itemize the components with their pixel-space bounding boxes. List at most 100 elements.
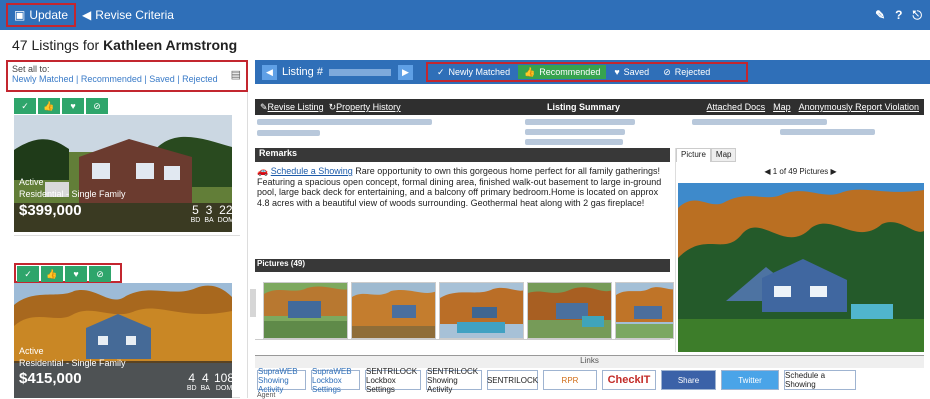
days-on-market: 22 (219, 203, 233, 217)
blurred-listing-number (328, 68, 391, 76)
card-actions: ✓ 👍 ♥ ⊘ (14, 98, 108, 116)
recommended-label: Recommended (539, 67, 601, 77)
schedule-showing-button[interactable]: Schedule a Showing (784, 370, 856, 390)
previous-photo-icon[interactable]: ◀ (764, 167, 770, 176)
listing-stats: 5 BD 3 BA 22 DOM (191, 203, 234, 224)
days-on-market-label: DOM (217, 217, 234, 224)
set-all-saved-link[interactable]: Saved (149, 74, 175, 84)
next-listing-button[interactable]: ▶ (397, 64, 413, 80)
client-name: Kathleen Armstrong (103, 37, 238, 53)
set-all-recommended-link[interactable]: Recommended (81, 74, 142, 84)
photo-pagination: ◀ 1 of 49 Pictures ▶ (676, 167, 925, 176)
saved-label: Saved (623, 67, 650, 77)
newly-matched-label: Newly Matched (448, 67, 511, 77)
page-title: 47 Listings for Kathleen Armstrong (12, 37, 237, 53)
listing-summary-title: Listing Summary (547, 102, 621, 112)
help-icon[interactable]: ? (895, 8, 902, 23)
bathroom-label: BA (200, 385, 210, 392)
attached-docs-link[interactable]: Attached Docs (707, 102, 766, 112)
listing-price: $415,000 (19, 370, 82, 387)
next-photo-icon[interactable]: ▶ (831, 167, 837, 176)
listing-status-filters: ✓ Newly Matched 👍 Recommended ♥ Saved ⊘ Reje… (426, 62, 748, 82)
picture-thumbnail[interactable] (615, 282, 674, 339)
property-history-link[interactable]: Property History (336, 102, 401, 112)
previous-listing-button[interactable]: ◀ (262, 64, 277, 80)
listing-type: Residential - Single Family (19, 189, 126, 199)
reject-icon[interactable]: ⊘ (89, 266, 111, 282)
listing-status: Active (19, 177, 44, 187)
listing-stats: 4 BD 4 BA 108 DOM (187, 371, 234, 392)
set-all-panel: Set all to: Newly Matched | Recommended … (6, 60, 248, 92)
picture-thumbnail[interactable] (527, 282, 612, 339)
set-all-label: Set all to: (12, 64, 50, 74)
blurred-text (257, 119, 432, 125)
bedroom-label: BD (186, 385, 197, 392)
update-button[interactable]: ▣ Update (6, 3, 77, 27)
list-view-icon[interactable]: ▤ (231, 68, 241, 81)
listing-type: Residential - Single Family (19, 358, 126, 368)
partner-links: SupraWEB Showing Activity SupraWEB Lockb… (257, 367, 926, 394)
back-arrow-icon: ◀ (82, 8, 92, 22)
sentrilock-link[interactable]: SENTRILOCK (487, 370, 538, 390)
picture-thumbnail[interactable] (351, 282, 436, 339)
checkit-link[interactable]: CheckIT (602, 370, 656, 390)
reject-icon: ⊘ (663, 66, 671, 77)
listing-number-label: Listing # (282, 66, 323, 78)
top-toolbar: ▣ Update ◀ Revise Criteria ✎ ? ⎋ (0, 0, 930, 30)
check-icon[interactable]: ✓ (17, 266, 39, 282)
rpr-link[interactable]: RPR (543, 370, 597, 390)
sentrilock-lockbox-settings-link[interactable]: SENTRILOCK Lockbox Settings (365, 367, 421, 394)
rejected-label: Rejected (674, 67, 711, 77)
revise-listing-link[interactable]: Revise Listing (268, 102, 324, 112)
blurred-text (692, 119, 827, 125)
set-all-newly-matched-link[interactable]: Newly Matched (12, 74, 74, 84)
sentrilock-showing-activity-link[interactable]: SENTRILOCK Showing Activity (426, 367, 482, 394)
pictures-heading: Pictures (49) (255, 259, 670, 272)
newly-matched-filter[interactable]: ✓ Newly Matched (431, 65, 516, 79)
thumbnail-scrollbar[interactable] (255, 339, 670, 346)
rejected-filter[interactable]: ⊘ Rejected (657, 65, 716, 79)
map-link[interactable]: Map (773, 102, 791, 112)
supraweb-showing-activity-link[interactable]: SupraWEB Showing Activity (257, 367, 306, 394)
twitter-share-link[interactable]: Twitter (721, 370, 779, 390)
blurred-text (780, 129, 875, 135)
blurred-text (257, 130, 320, 136)
exit-icon[interactable]: ⎋ (913, 8, 923, 23)
picture-thumbnails (263, 282, 674, 339)
blurred-text (525, 139, 623, 145)
thumbs-up-icon[interactable]: 👍 (38, 98, 60, 114)
revise-criteria-label: Revise Criteria (95, 8, 174, 22)
check-icon[interactable]: ✓ (14, 98, 36, 114)
history-icon: ↻ (328, 101, 337, 112)
thumbs-up-icon[interactable]: 👍 (41, 266, 63, 282)
listing-detail: ◀ Listing # ▶ ✓ Newly Matched 👍 Recommende… (255, 60, 930, 399)
update-label: Update (29, 8, 69, 22)
top-right-icons: ✎ ? ⎋ (875, 8, 922, 23)
recommended-filter[interactable]: 👍 Recommended (518, 65, 607, 79)
listing-card[interactable]: ✓ 👍 ♥ ⊘ Active Residential - Single Fami… (14, 98, 240, 236)
heart-icon: ♥ (614, 67, 620, 77)
schedule-showing-link[interactable]: Schedule a Showing (271, 166, 353, 176)
saved-filter[interactable]: ♥ Saved (608, 65, 655, 79)
heart-icon[interactable]: ♥ (65, 266, 87, 282)
heart-icon[interactable]: ♥ (62, 98, 84, 114)
listing-price: $399,000 (19, 202, 82, 219)
reject-icon[interactable]: ⊘ (86, 98, 108, 114)
listing-card[interactable]: ✓ 👍 ♥ ⊘ Active Residential - Single Fami… (14, 263, 240, 398)
thumbs-up-icon: 👍 (524, 66, 536, 77)
picture-thumbnail[interactable] (263, 282, 348, 339)
facebook-share-link[interactable]: Share (661, 370, 716, 390)
picture-thumbnail[interactable] (439, 282, 524, 339)
supraweb-lockbox-settings-link[interactable]: SupraWEB Lockbox Settings (311, 367, 360, 394)
set-all-rejected-link[interactable]: Rejected (182, 74, 218, 84)
report-violation-link[interactable]: Anonymously Report Violation (799, 102, 919, 112)
blurred-text (525, 129, 625, 135)
car-icon: 🚗 (257, 166, 269, 176)
revise-criteria-button[interactable]: ◀ Revise Criteria (76, 3, 180, 27)
main-listing-photo[interactable] (678, 183, 924, 352)
tab-picture[interactable]: Picture (676, 148, 711, 162)
edit-icon[interactable]: ✎ (875, 8, 885, 23)
card-actions: ✓ 👍 ♥ ⊘ (14, 263, 122, 283)
days-on-market-label: DOM (215, 385, 233, 392)
tab-map[interactable]: Map (710, 148, 737, 162)
